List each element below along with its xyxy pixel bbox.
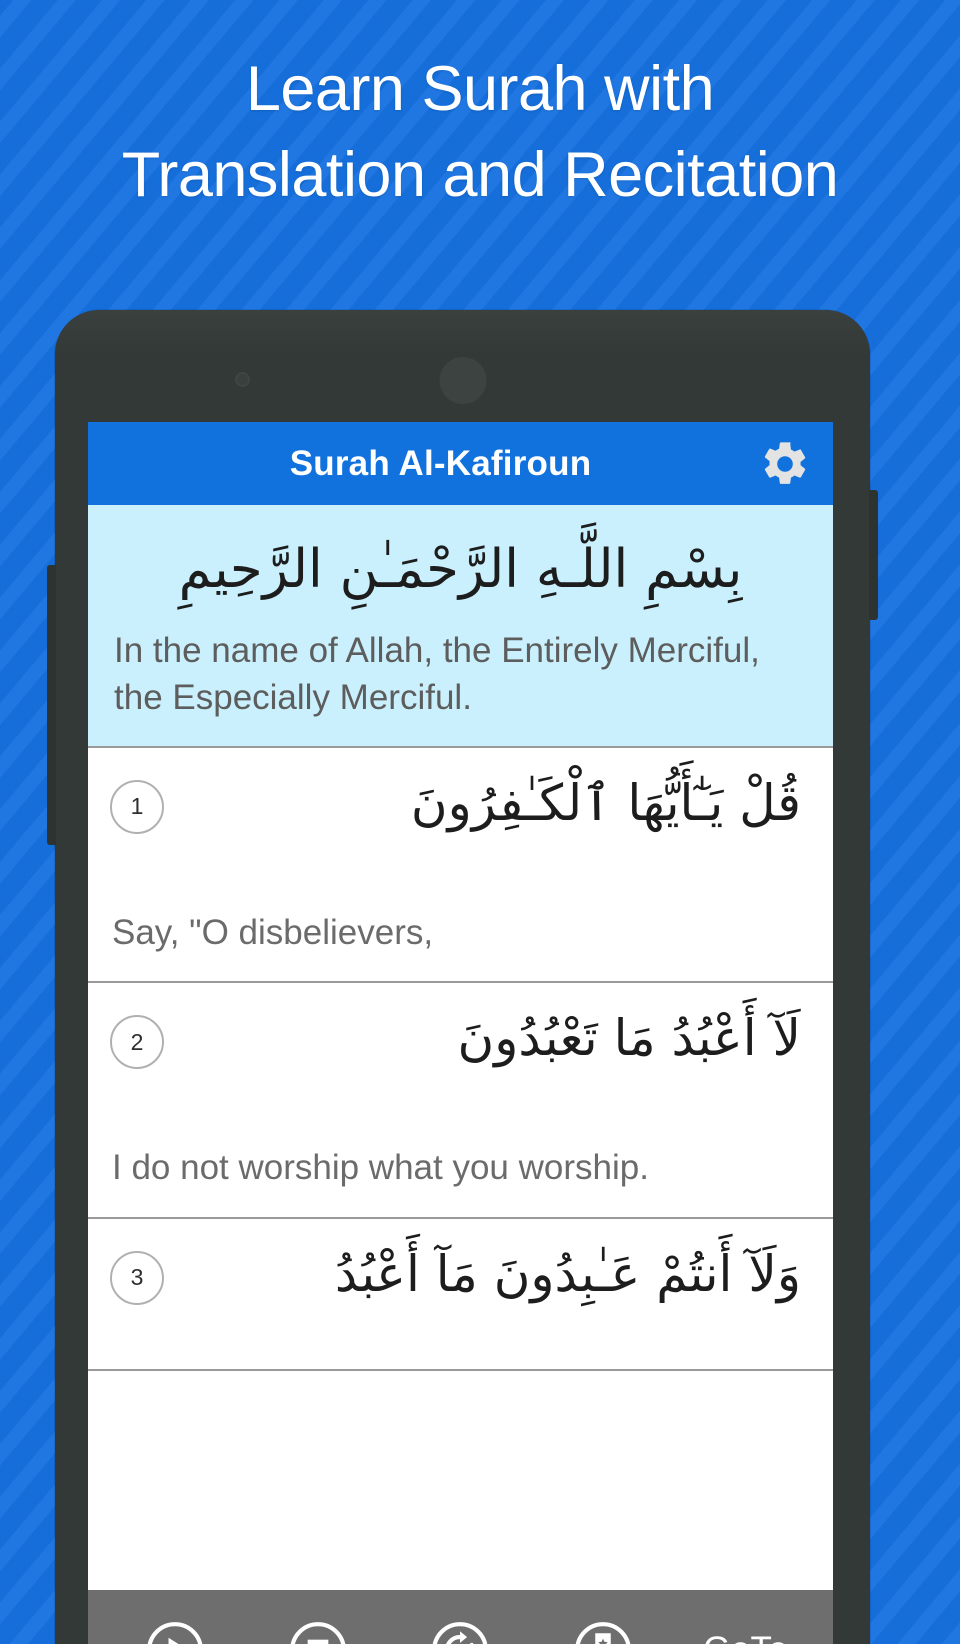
- bismillah-block: بِسْمِ اللَّـهِ الرَّحْمَـٰنِ الرَّحِيمِ…: [88, 505, 833, 748]
- verse-translation-text: Say, "O disbelievers,: [112, 912, 434, 952]
- verse-number-badge: 2: [110, 1015, 164, 1070]
- settings-button[interactable]: [737, 438, 833, 490]
- verse-arabic-text: قُلْ يَـٰٓأَيُّهَا ٱلْكَـٰفِرُونَ: [410, 773, 801, 832]
- power-button[interactable]: [869, 490, 878, 620]
- stop-button[interactable]: [247, 1619, 390, 1644]
- phone-screen: Surah Al-Kafiroun بِسْمِ اللَّـهِ الرَّح…: [88, 422, 833, 1644]
- headline-line-2: Translation and Recitation: [121, 140, 839, 210]
- verse-arabic-text: وَلَآ أَنتُمْ عَـٰبِدُونَ مَآ أَعْبُدُ: [334, 1244, 801, 1303]
- headline-line-1: Learn Surah with: [245, 54, 715, 124]
- volume-rocker-button[interactable]: [47, 565, 56, 845]
- page-title: Surah Al-Kafiroun: [289, 443, 592, 483]
- repeat-icon: [433, 1622, 488, 1644]
- verse-arabic-line: 1 قُلْ يَـٰٓأَيُّهَا ٱلْكَـٰفِرُونَ: [110, 766, 811, 884]
- play-button[interactable]: [104, 1619, 247, 1644]
- player-toolbar: GoTo: [88, 1590, 833, 1644]
- verse-translation-text: I do not worship what you worship.: [112, 1148, 649, 1188]
- goto-button[interactable]: GoTo: [674, 1630, 817, 1644]
- play-icon: [148, 1622, 203, 1644]
- verse-number-badge: 1: [110, 779, 164, 834]
- goto-label: GoTo: [703, 1630, 788, 1644]
- earpiece-speaker-icon: [439, 357, 486, 404]
- stop-icon: [290, 1622, 346, 1644]
- verse-arabic-line: 2 لَآ أَعْبُدُ مَا تَعْبُدُونَ: [110, 1001, 811, 1119]
- verse-number-badge: 3: [110, 1250, 164, 1305]
- verse-arabic-line: 3 وَلَآ أَنتُمْ عَـٰبِدُونَ مَآ أَعْبُدُ: [110, 1237, 811, 1355]
- bismillah-arabic-text: بِسْمِ اللَّـهِ الرَّحْمَـٰنِ الرَّحِيمِ: [178, 539, 743, 600]
- verse-row[interactable]: 3 وَلَآ أَنتُمْ عَـٰبِدُونَ مَآ أَعْبُدُ: [88, 1218, 833, 1371]
- gear-icon: [764, 441, 806, 484]
- bookmark-button[interactable]: [532, 1619, 675, 1644]
- bookmark-icon: [575, 1622, 631, 1644]
- promo-headline: Learn Surah with Translation and Recitat…: [0, 46, 960, 218]
- bismillah-translation-text: In the name of Allah, the Entirely Merci…: [114, 631, 760, 718]
- verse-arabic-text: لَآ أَعْبُدُ مَا تَعْبُدُونَ: [457, 1009, 801, 1068]
- repeat-button[interactable]: [389, 1619, 532, 1644]
- app-bar: Surah Al-Kafiroun: [88, 422, 833, 505]
- front-camera-icon: [235, 372, 250, 387]
- verse-row[interactable]: 1 قُلْ يَـٰٓأَيُّهَا ٱلْكَـٰفِرُونَ Say,…: [88, 747, 833, 984]
- verse-row[interactable]: 2 لَآ أَعْبُدُ مَا تَعْبُدُونَ I do not …: [88, 983, 833, 1219]
- phone-mockup: Surah Al-Kafiroun بِسْمِ اللَّـهِ الرَّح…: [47, 310, 878, 1644]
